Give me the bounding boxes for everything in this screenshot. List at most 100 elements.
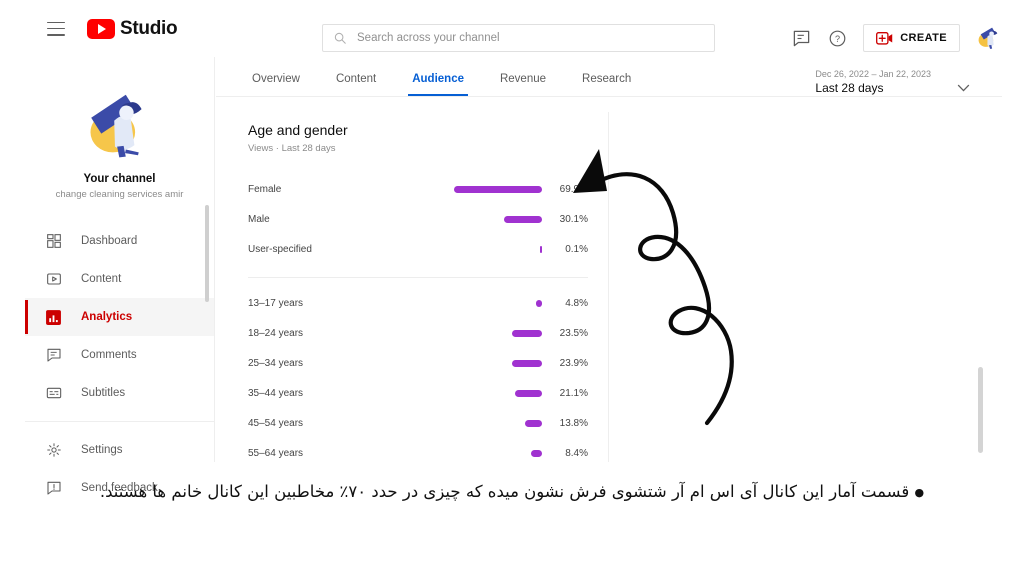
date-range-preset: Last 28 days [815,81,884,95]
bar-track [438,329,546,337]
tab-research[interactable]: Research [564,73,649,96]
sidebar-item-subtitles[interactable]: Subtitles [25,374,214,412]
main-content: Overview Content Audience Revenue Resear… [216,57,1002,462]
search-input[interactable] [357,32,704,44]
bar-track [438,245,546,253]
tab-label: Revenue [499,73,547,85]
gender-breakdown-list: Female 69.9% Male 30.1% User-specified 0.1% [248,174,588,264]
bar-value-label: 30.1% [559,213,588,225]
age-breakdown-list: 13–17 years 4.8% 18–24 years 23.5% 25–34 yea… [248,288,588,468]
table-row: 25–34 years 23.9% [248,348,588,378]
bar-category-label: 35–44 years [248,387,304,399]
sidebar-item-label: Dashboard [81,235,138,247]
date-range-selector[interactable]: Dec 26, 2022 – Jan 22, 2023 Last 28 days [815,69,970,97]
bar-value-label: 69.9% [559,183,588,195]
sidebar-item-label: Analytics [81,311,133,323]
bar-fill [531,449,542,457]
bar-value-label: 8.4% [565,447,588,459]
date-range-value: Dec 26, 2022 – Jan 22, 2023 [815,69,931,79]
channel-name: change cleaning services amir [55,189,184,200]
bar-category-label: 45–54 years [248,417,304,429]
bar-fill [512,329,542,337]
caption-text: ● قسمت آمار این کانال آی اس ام آر شتشوی … [0,478,1024,507]
sidebar-item-label: Subtitles [81,387,126,399]
tab-label: Audience [412,73,464,85]
caption-bullet: ● [914,485,925,499]
channel-avatar[interactable] [83,89,156,161]
section-divider [248,277,588,278]
help-icon[interactable]: ? [827,28,847,48]
youtube-studio-logo[interactable]: Studio [87,17,178,40]
search-bar[interactable] [322,24,715,52]
bar-category-label: 25–34 years [248,357,304,369]
bar-fill [515,389,542,397]
bar-track [438,419,546,427]
sidebar-item-label: Settings [81,444,123,456]
bar-track [438,359,546,367]
sidebar: Your channel change cleaning services am… [25,57,215,495]
sidebar-scrollbar[interactable] [205,205,209,302]
tab-overview[interactable]: Overview [234,73,318,96]
search-icon [334,32,346,44]
sidebar-item-label: Comments [81,349,137,361]
subtitles-icon [45,385,62,402]
bar-category-label: 18–24 years [248,327,304,339]
sidebar-item-dashboard[interactable]: Dashboard [25,222,214,260]
gear-icon [45,442,62,459]
brand-label: Studio [120,17,178,39]
create-button[interactable]: CREATE [863,24,960,52]
sidebar-nav: Dashboard Content Analytics Comments Sub… [25,222,214,507]
dashboard-icon [45,233,62,250]
bar-category-label: Male [248,213,270,225]
hamburger-icon[interactable] [47,21,65,36]
bar-fill [504,215,542,223]
bar-fill [454,185,542,193]
sidebar-item-analytics[interactable]: Analytics [25,298,214,336]
avatar[interactable] [976,25,1002,51]
bar-value-label: 4.8% [565,297,588,309]
bar-fill [540,245,542,253]
table-row: Male 30.1% [248,204,588,234]
bar-category-label: 55–64 years [248,447,304,459]
bar-category-label: 13–17 years [248,297,304,309]
bar-fill [511,359,542,367]
content-video-icon [45,271,62,288]
tab-label: Overview [252,73,300,85]
channel-label: Your channel [83,173,156,185]
analytics-bar-icon [45,309,62,326]
bar-value-label: 0.1% [565,243,588,255]
sidebar-item-content[interactable]: Content [25,260,214,298]
main-scrollbar[interactable] [978,367,983,453]
bar-category-label: User-specified [248,243,312,255]
bar-track [438,215,546,223]
page-title: Age and gender [248,122,348,138]
create-video-icon [876,31,893,45]
bar-track [438,449,546,457]
bar-fill [535,299,542,307]
tab-revenue[interactable]: Revenue [482,73,564,96]
svg-text:?: ? [835,33,840,43]
youtube-play-icon [87,18,115,39]
card-subtitle: Views · Last 28 days [248,143,336,154]
sidebar-item-comments[interactable]: Comments [25,336,214,374]
age-and-gender-card: Age and gender Views · Last 28 days Fema… [230,112,609,462]
bar-track [438,299,546,307]
sidebar-item-label: Content [81,273,122,285]
chevron-down-icon[interactable] [957,79,970,97]
channel-block: Your channel change cleaning services am… [25,57,214,200]
bar-track [438,185,546,193]
tab-content[interactable]: Content [318,73,394,96]
table-row: 55–64 years 8.4% [248,438,588,468]
create-button-label: CREATE [900,32,947,44]
youtube-studio-analytics-screenshot: Studio ? [0,0,1024,580]
comments-icon [45,347,62,364]
top-bar-actions: ? CREATE [791,24,1002,52]
sidebar-item-settings[interactable]: Settings [25,431,214,469]
bar-fill [524,419,542,427]
tab-audience[interactable]: Audience [394,73,482,96]
bar-value-label: 13.8% [559,417,588,429]
table-row: 13–17 years 4.8% [248,288,588,318]
sidebar-divider [25,421,214,422]
feedback-icon[interactable] [791,28,811,48]
bar-value-label: 23.9% [559,357,588,369]
